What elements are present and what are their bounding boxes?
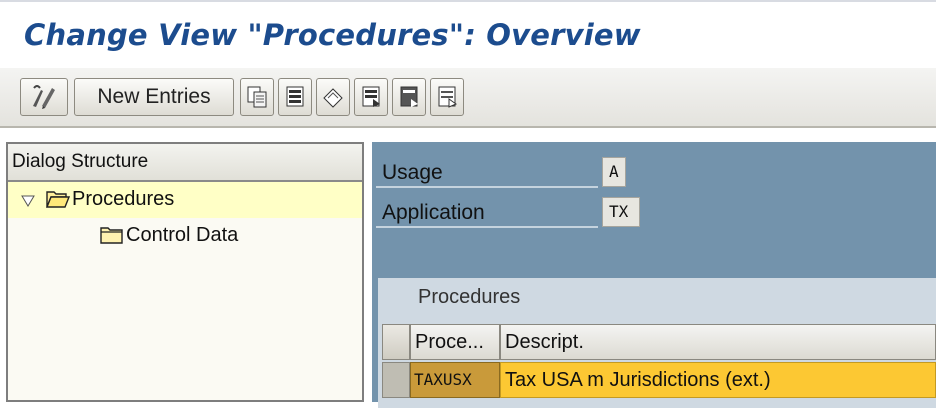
table-row[interactable]: TAXUSX Tax USA m Jurisdictions (ext.) xyxy=(382,362,936,398)
tree-item-procedures[interactable]: Procedures xyxy=(8,182,362,218)
row-selector[interactable] xyxy=(382,362,410,398)
delete-icon xyxy=(284,85,306,109)
deselect-all-icon xyxy=(436,85,458,109)
table-header: Proce... Descript. xyxy=(382,324,936,360)
tree-item-label: Control Data xyxy=(126,224,239,246)
usage-label: Usage xyxy=(376,154,598,188)
display-change-button[interactable] xyxy=(20,78,68,116)
copy-button[interactable] xyxy=(240,78,274,116)
application-field[interactable]: TX xyxy=(602,197,640,227)
description-cell[interactable]: Tax USA m Jurisdictions (ext.) xyxy=(500,362,936,398)
open-folder-icon xyxy=(45,189,71,215)
dialog-structure-header: Dialog Structure xyxy=(8,144,362,182)
work-area: Usage A Application TX Procedures Proce.… xyxy=(372,142,936,408)
tree-item-control-data[interactable]: Control Data xyxy=(8,218,362,254)
dialog-structure-panel: Dialog Structure Procedures Control Data xyxy=(6,142,364,402)
copy-icon xyxy=(246,85,268,109)
folder-icon xyxy=(100,225,124,251)
procedures-table-title: Procedures xyxy=(418,286,521,308)
delete-button[interactable] xyxy=(278,78,312,116)
procedure-cell[interactable]: TAXUSX xyxy=(410,362,500,398)
deselect-all-button[interactable] xyxy=(430,78,464,116)
select-all-column-button[interactable] xyxy=(382,324,410,360)
application-label: Application xyxy=(376,194,598,228)
undo-change-icon xyxy=(321,85,345,109)
new-entries-button[interactable]: New Entries xyxy=(74,78,234,116)
top-border xyxy=(0,0,936,2)
display-change-icon xyxy=(29,82,59,112)
application-toolbar: New Entries xyxy=(0,68,936,128)
select-all-icon xyxy=(360,85,382,109)
tree-item-label: Procedures xyxy=(72,188,175,210)
column-header-procedure[interactable]: Proce... xyxy=(410,324,500,360)
select-all-button[interactable] xyxy=(354,78,388,116)
page-title: Change View "Procedures": Overview xyxy=(24,18,641,52)
select-block-button[interactable] xyxy=(392,78,426,116)
usage-field[interactable]: A xyxy=(602,157,626,187)
expand-triangle-icon[interactable] xyxy=(20,191,36,214)
procedures-table-control: Procedures Proce... Descript. TAXUSX Tax… xyxy=(378,278,936,408)
select-block-icon xyxy=(398,85,420,109)
undo-change-button[interactable] xyxy=(316,78,350,116)
column-header-description[interactable]: Descript. xyxy=(500,324,936,360)
